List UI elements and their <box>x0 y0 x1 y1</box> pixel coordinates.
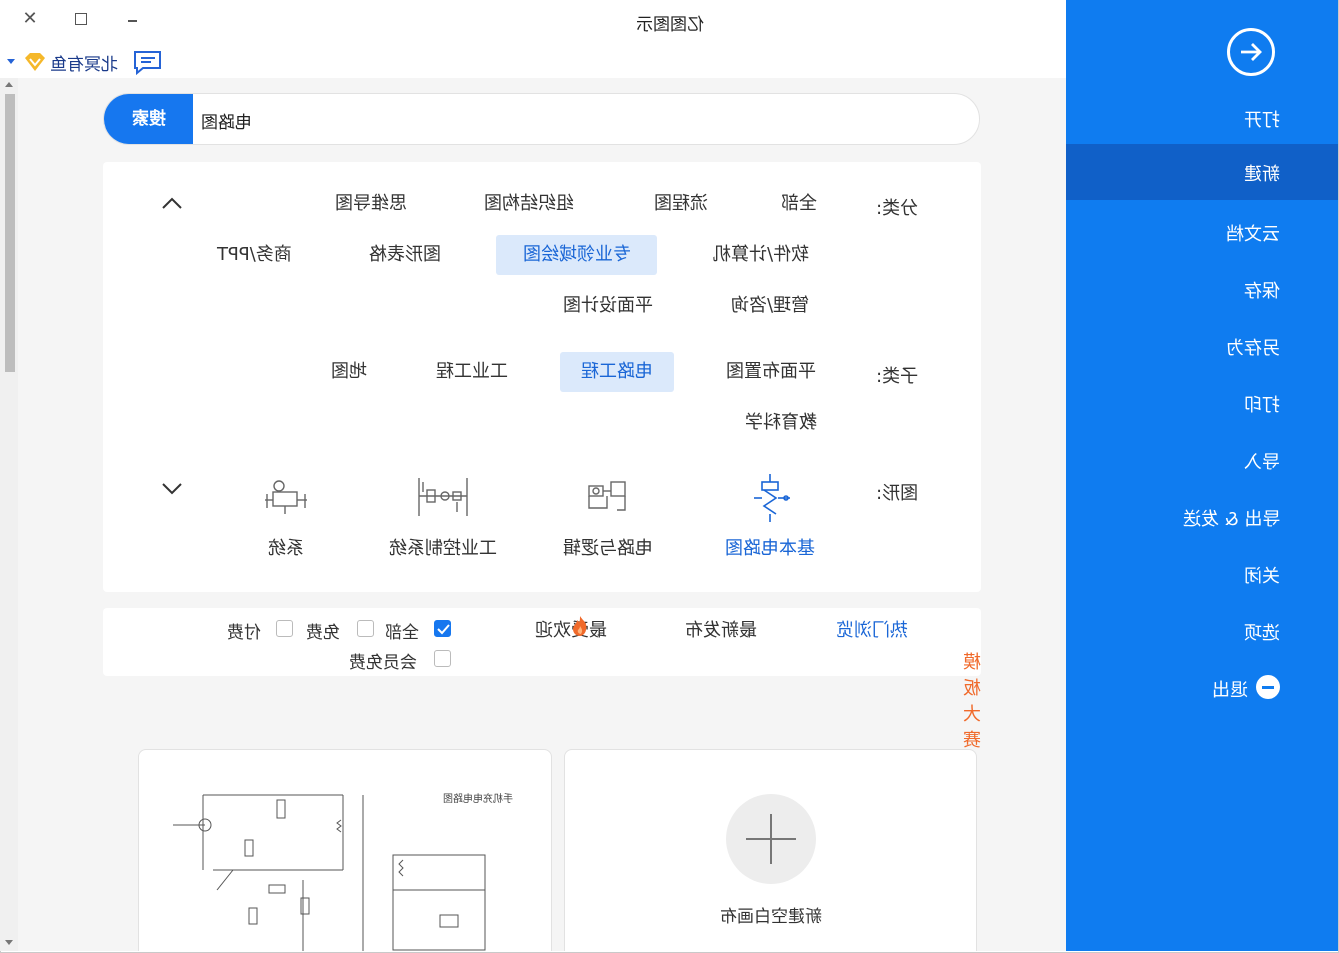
message-icon[interactable] <box>132 49 164 75</box>
checkbox-paid-label: 付费 <box>227 623 261 643</box>
shape-industrial-control[interactable]: 工业控制系统 <box>357 472 529 572</box>
circuit-logic-icon <box>588 481 626 511</box>
maximize-icon[interactable] <box>70 9 92 29</box>
subcategory-label: 子类: <box>876 366 919 387</box>
category-label: 分类: <box>876 198 919 219</box>
template-contest-link[interactable]: 模板大赛 <box>954 648 981 752</box>
sidebar-item-options[interactable]: 选项 <box>1066 603 1338 659</box>
shapes-label: 图形: <box>876 483 919 504</box>
category-management[interactable]: 管理/咨询 <box>717 286 823 326</box>
window-title: 亿图图示 <box>636 15 704 35</box>
shape-name: 电路与逻辑 <box>563 538 653 559</box>
category-mind-map[interactable]: 思维导图 <box>321 184 421 224</box>
sidebar-item-exit[interactable]: 退出 <box>1066 660 1338 716</box>
scrollbar[interactable] <box>0 78 18 951</box>
sort-hot[interactable]: 热门浏览 <box>836 616 908 642</box>
shape-basic-circuit[interactable]: 基本电路图 <box>695 472 845 572</box>
sidebar-item-save-as[interactable]: 另存为 <box>1066 318 1338 374</box>
minimize-icon[interactable] <box>122 8 144 28</box>
shape-name: 系统 <box>268 538 304 559</box>
checkbox-member-free[interactable] <box>434 650 451 667</box>
subcategory-education[interactable]: 教育科学 <box>733 403 829 443</box>
svg-text:手机充电电路图: 手机充电电路图 <box>443 792 513 805</box>
sidebar-item-close[interactable]: 关闭 <box>1066 546 1338 602</box>
user-bar: 北冥有鱼 <box>0 44 1066 78</box>
search-bar: 搜索 <box>103 93 980 145</box>
new-blank-label: 新建空白画布 <box>719 907 822 927</box>
shape-system[interactable]: 系统 <box>211 472 361 572</box>
checkbox-all-label: 全部 <box>385 623 419 643</box>
checkmark-icon <box>437 624 450 635</box>
category-graphic-design[interactable]: 平面设计图 <box>547 286 669 326</box>
minus-circle-icon <box>1256 675 1280 699</box>
sidebar-item-import[interactable]: 导入 <box>1066 432 1338 488</box>
search-input[interactable] <box>199 94 961 144</box>
subcategory-floor-plan[interactable]: 平面布置图 <box>715 352 827 392</box>
subcategory-industrial[interactable]: 工业工程 <box>424 352 520 392</box>
sidebar-item-export-send[interactable]: 导出 & 发送 <box>1066 489 1338 545</box>
shape-name: 基本电路图 <box>725 538 815 559</box>
chevron-down-icon[interactable] <box>7 59 15 64</box>
industrial-control-icon <box>418 478 468 516</box>
title-bar: ✕ 亿图图示 <box>0 0 1066 44</box>
category-software[interactable]: 软件/计算机 <box>701 235 821 275</box>
category-professional[interactable]: 专业领域绘图 <box>496 235 657 275</box>
scroll-up-icon[interactable] <box>5 82 13 87</box>
backstage-sidebar: 打开 新建 云文档 保存 另存为 打印 导入 导出 & 发送 关闭 选项 退出 <box>1066 0 1338 951</box>
checkbox-free-label: 免费 <box>306 623 340 643</box>
plus-icon[interactable] <box>726 794 816 884</box>
checkbox-all[interactable] <box>434 620 451 637</box>
category-org-chart[interactable]: 组织结构图 <box>470 184 588 224</box>
main-content: 搜索 分类: 全部 流程图 组织结构图 思维导图 软件/计算机 专业领域绘图 图… <box>0 78 1066 951</box>
scroll-down-icon[interactable] <box>5 940 13 945</box>
collapse-up-icon[interactable] <box>161 196 183 210</box>
sidebar-item-cloud-docs[interactable]: 云文档 <box>1066 204 1338 260</box>
category-business-ppt[interactable]: 商务/PPT <box>201 235 307 275</box>
sort-newest[interactable]: 最新发布 <box>685 616 757 642</box>
sidebar-item-open[interactable]: 打开 <box>1066 90 1338 146</box>
expand-down-icon[interactable] <box>161 482 183 496</box>
user-name[interactable]: 北冥有鱼 <box>50 50 118 75</box>
category-all[interactable]: 全部 <box>767 184 831 224</box>
system-icon <box>265 480 307 514</box>
scroll-thumb[interactable] <box>5 94 15 372</box>
sidebar-item-new[interactable]: 新建 <box>1066 144 1338 200</box>
vip-diamond-icon <box>25 53 45 71</box>
basic-circuit-icon <box>754 474 790 522</box>
circuit-preview: 手机充电电路图 <box>173 792 513 951</box>
shape-name: 工业控制系统 <box>389 538 497 559</box>
subcategory-map[interactable]: 地图 <box>321 352 377 392</box>
shape-circuit-logic[interactable]: 电路与逻辑 <box>533 472 683 572</box>
template-card-circuit[interactable]: 手机充电电路图 <box>138 749 552 951</box>
fire-icon <box>573 616 587 636</box>
arrow-right-icon[interactable] <box>1227 28 1275 76</box>
sort-bar: 热门浏览 最新发布 最受欢迎 模板大赛 全部 免费 付费 会员免费 <box>103 608 981 751</box>
close-icon[interactable]: ✕ <box>18 8 42 30</box>
category-charts-tables[interactable]: 图形表格 <box>355 235 455 275</box>
filter-panel: 分类: 全部 流程图 组织结构图 思维导图 软件/计算机 专业领域绘图 图形表格… <box>103 162 981 592</box>
category-flowchart[interactable]: 流程图 <box>641 184 721 224</box>
checkbox-paid[interactable] <box>276 620 293 637</box>
sidebar-item-print[interactable]: 打印 <box>1066 375 1338 431</box>
template-card-new-blank[interactable]: 新建空白画布 <box>564 749 977 951</box>
checkbox-member-label: 会员免费 <box>349 653 417 673</box>
checkbox-free[interactable] <box>357 620 374 637</box>
search-button[interactable]: 搜索 <box>104 94 193 144</box>
sidebar-item-save[interactable]: 保存 <box>1066 261 1338 317</box>
subcategory-circuit[interactable]: 电路工程 <box>560 352 674 392</box>
